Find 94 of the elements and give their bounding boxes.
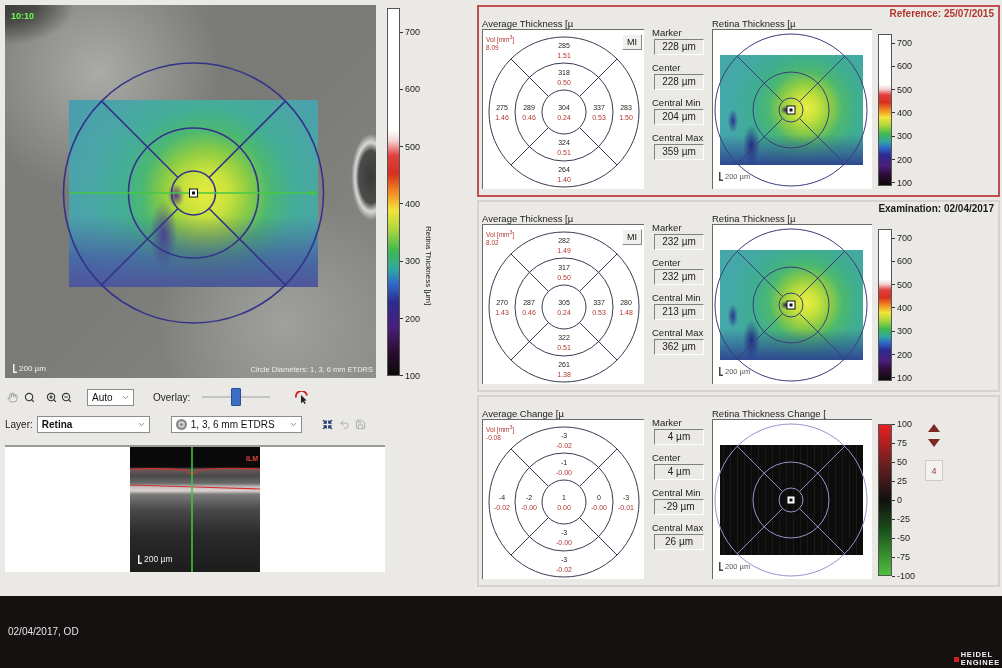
scale-bar-icon (719, 562, 723, 571)
scale-bar-icon (719, 367, 723, 376)
value-field: 228 µm (654, 39, 704, 55)
down-arrow-icon[interactable] (928, 439, 940, 447)
logo-mark-icon (953, 656, 959, 662)
scale-tick-label: 300 (892, 130, 920, 143)
cursor-icon[interactable] (295, 390, 309, 404)
scale-tick-label: 300 (400, 255, 422, 268)
zoom-in-icon[interactable] (46, 391, 57, 403)
scale-tick-label: 300 (892, 325, 920, 338)
zoom-mode-dropdown[interactable]: Auto (87, 388, 134, 406)
chart-title: Average Change [µ (482, 409, 565, 419)
scale-tick-label: 500 (892, 83, 920, 96)
scale-label: 200 µm (144, 555, 173, 564)
scale-tick-label: 200 (892, 153, 920, 166)
scale-bar-icon (13, 364, 17, 373)
chart-title: Retina Thickness Change [ (712, 409, 827, 419)
scale-tick-label: 700 (892, 37, 920, 49)
reading-label: Center (652, 257, 682, 269)
scale-title: Retina Thickness [µm] (424, 226, 433, 306)
value-field: 359 µm (654, 144, 704, 160)
value-field: 204 µm (654, 109, 704, 125)
scale-tick-label: 500 (400, 140, 422, 153)
scale-tick-label: 400 (400, 198, 422, 210)
scale-tick-label: 50 (892, 456, 920, 468)
value-field: 232 µm (654, 234, 704, 250)
value-field: 228 µm (654, 74, 704, 90)
reading-label: Central Max (652, 522, 705, 534)
value-field: 362 µm (654, 339, 704, 355)
reading-label: Central Max (652, 132, 705, 144)
panel-heading: Reference: 25/07/2015 (889, 8, 994, 19)
scan-info: 02/04/2017, OD (8, 625, 79, 637)
marker-icon (786, 105, 796, 115)
layer-dropdown[interactable]: Retina (36, 415, 150, 433)
value-field: -29 µm (654, 499, 704, 515)
panel-heading: Examination: 02/04/2017 (878, 203, 994, 214)
mi-button[interactable]: MI (622, 34, 642, 50)
slider-thumb[interactable] (231, 388, 242, 406)
scale-tick-label: 400 (892, 107, 920, 119)
scale-tick-label: -25 (892, 513, 920, 525)
scale-tick-label: 600 (892, 60, 920, 73)
scale-tick-label: 400 (892, 302, 920, 314)
reading-label: Central Min (652, 487, 702, 499)
chart-title: Retina Thickness [µ (712, 214, 797, 224)
step-field[interactable]: 4 (925, 460, 943, 481)
layer-label: Layer: (5, 418, 33, 430)
mi-button[interactable]: MI (622, 229, 642, 245)
image-label: 10:10 (11, 11, 35, 21)
marker-icon (786, 300, 796, 310)
reading-label: Marker (652, 27, 683, 39)
scale-tick-label: 500 (892, 278, 920, 291)
reading-label: Center (652, 62, 682, 74)
marker-icon (786, 495, 796, 505)
scale-tick-label: 25 (892, 475, 920, 487)
scale-tick-label: 100 (400, 369, 422, 382)
scale-tick-label: 700 (400, 26, 422, 38)
scale-tick-label: 600 (892, 255, 920, 268)
value-field: 4 µm (654, 429, 704, 445)
value-field: 26 µm (654, 534, 704, 550)
reading-label: Central Max (652, 327, 705, 339)
scale-bar-icon (719, 172, 723, 181)
reading-label: Marker (652, 222, 683, 234)
reading-label: Marker (652, 417, 683, 429)
scale-tick-label: 200 (400, 312, 422, 325)
scale-tick-label: 75 (892, 437, 920, 449)
scale-tick-label: 100 (892, 418, 920, 430)
value-field: 213 µm (654, 304, 704, 320)
grid-dropdown[interactable]: 1, 3, 6 mm ETDRS (170, 415, 302, 433)
chart-title: Average Thickness [µ (482, 214, 575, 224)
scale-tick-label: -100 (892, 570, 920, 582)
scale-tick-label: 700 (892, 232, 920, 244)
target-icon (175, 418, 187, 430)
reading-label: Center (652, 452, 682, 464)
scale-tick-label: -50 (892, 532, 920, 544)
shrink-icon[interactable] (321, 418, 333, 430)
reading-label: Central Min (652, 97, 702, 109)
scale-label: 200 µm (19, 364, 46, 373)
chart-title: Retina Thickness [µ (712, 19, 797, 29)
marker-icon (189, 188, 198, 198)
scale-tick-label: 200 (892, 348, 920, 361)
scale-tick-label: 100 (892, 371, 920, 384)
value-field: 232 µm (654, 269, 704, 285)
scale-tick-label: 600 (400, 83, 422, 96)
search-icon[interactable] (24, 391, 35, 403)
zoom-out-icon[interactable] (61, 391, 72, 403)
chart-title: Average Thickness [µ (482, 19, 575, 29)
reading-label: Central Min (652, 292, 702, 304)
scale-tick-label: 0 (892, 494, 920, 506)
overlay-label: Overlay: (153, 391, 191, 403)
value-field: 4 µm (654, 464, 704, 480)
scale-tick-label: -75 (892, 551, 920, 563)
up-arrow-icon[interactable] (928, 424, 940, 432)
scale-tick-label: 100 (892, 176, 920, 189)
scale-bar-icon (138, 555, 142, 564)
